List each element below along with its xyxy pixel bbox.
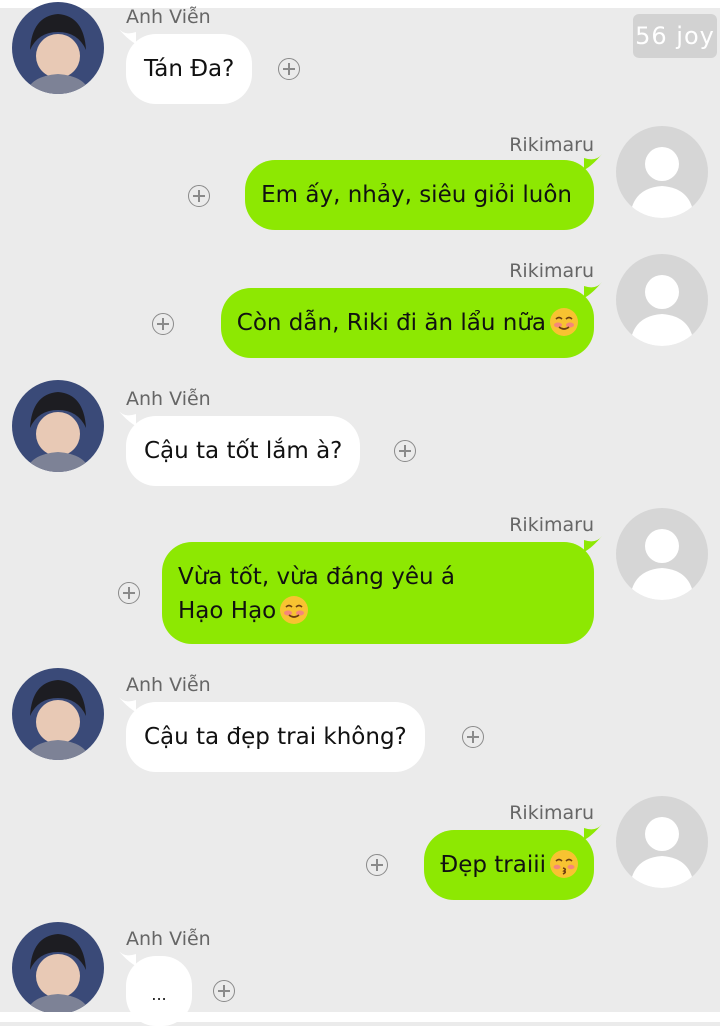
message-text: Cậu ta đẹp trai không?	[144, 724, 407, 750]
message-bubble-outgoing[interactable]: Em ấy, nhảy, siêu giỏi luôn	[245, 154, 602, 230]
sender-name: Rikimaru	[509, 514, 594, 536]
message-text: ...	[151, 985, 167, 1004]
add-reaction-button[interactable]	[366, 854, 388, 876]
contact-avatar[interactable]	[616, 796, 708, 888]
bottom-edge	[0, 1012, 720, 1022]
bubble-tail	[118, 28, 136, 44]
message-bubble-incoming[interactable]: Cậu ta tốt lắm à?	[118, 410, 361, 486]
add-reaction-button[interactable]	[394, 440, 416, 462]
bubble-tail	[584, 154, 602, 170]
bubble-tail	[584, 282, 602, 298]
sender-name: Rikimaru	[509, 802, 594, 824]
bubble-tail	[118, 696, 136, 712]
bubble-tail	[584, 536, 602, 552]
message-text-line: Vừa tốt, vừa đáng yêu á	[178, 564, 455, 590]
add-reaction-button[interactable]	[278, 58, 300, 80]
bubble-tail	[118, 950, 136, 966]
contact-avatar[interactable]	[616, 254, 708, 346]
sender-name: Anh Viễn	[126, 674, 211, 696]
message-text: Tán Đa?	[144, 56, 235, 82]
bubble-tail	[118, 410, 136, 426]
contact-avatar[interactable]	[12, 380, 104, 472]
watermark: 56 joy	[633, 14, 717, 58]
message-bubble-outgoing[interactable]: Đẹp traiii	[424, 824, 602, 900]
sender-name: Anh Viễn	[126, 928, 211, 950]
contact-avatar[interactable]	[616, 508, 708, 600]
message-bubble-incoming[interactable]: Cậu ta đẹp trai không?	[118, 696, 425, 772]
kissing-emoji-icon	[550, 850, 578, 878]
message-text: Cậu ta tốt lắm à?	[144, 438, 343, 464]
sender-name: Anh Viễn	[126, 6, 211, 28]
add-reaction-button[interactable]	[118, 582, 140, 604]
smiling-blush-emoji-icon	[280, 596, 309, 624]
add-reaction-button[interactable]	[462, 726, 484, 748]
message-text: Đẹp traiii	[440, 852, 546, 878]
message-text: Em ấy, nhảy, siêu giỏi luôn	[261, 182, 572, 208]
message-text-line: Hạo Hạo	[178, 598, 277, 624]
add-reaction-button[interactable]	[213, 980, 235, 1002]
contact-avatar[interactable]	[12, 2, 104, 94]
contact-avatar[interactable]	[616, 126, 708, 218]
contact-avatar[interactable]	[12, 668, 104, 760]
message-bubble-outgoing[interactable]: Còn dẫn, Riki đi ăn lẩu nữa	[220, 282, 602, 358]
add-reaction-button[interactable]	[152, 313, 174, 335]
add-reaction-button[interactable]	[188, 185, 210, 207]
contact-avatar[interactable]	[12, 922, 104, 1014]
sender-name: Rikimaru	[509, 260, 594, 282]
message-bubble-incoming[interactable]: Tán Đa?	[118, 28, 253, 104]
message-text: Còn dẫn, Riki đi ăn lẩu nữa	[236, 310, 546, 336]
smiling-blush-emoji-icon	[550, 308, 578, 336]
top-edge	[0, 0, 720, 8]
message-bubble-outgoing[interactable]: Vừa tốt, vừa đáng yêu á Hạo Hạo	[162, 536, 602, 644]
sender-name: Anh Viễn	[126, 388, 211, 410]
bubble-tail	[584, 824, 602, 840]
sender-name: Rikimaru	[509, 134, 594, 156]
